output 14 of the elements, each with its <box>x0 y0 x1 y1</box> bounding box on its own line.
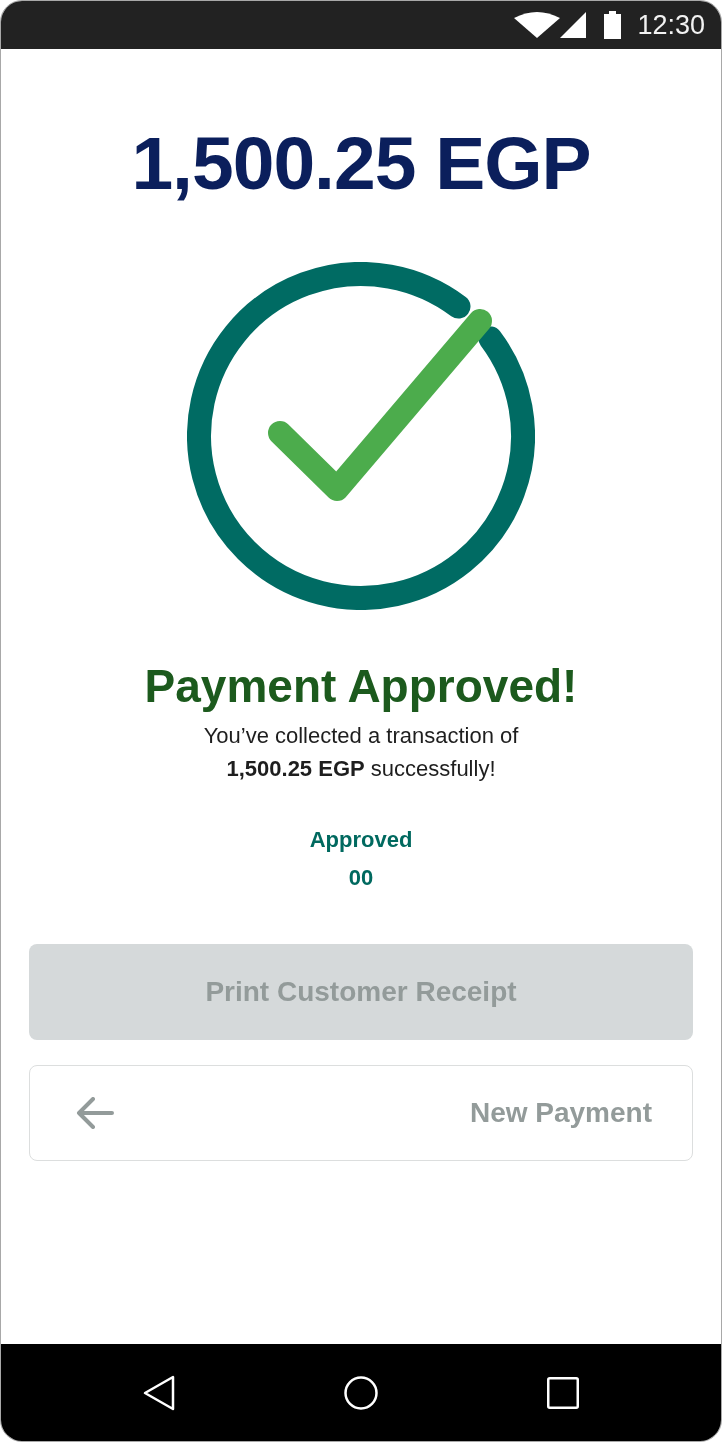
check-circle-icon <box>187 262 535 610</box>
status-title: Payment Approved! <box>144 659 578 714</box>
recents-icon[interactable] <box>547 1376 579 1409</box>
amount-text: 1,500.25 EGP <box>131 120 591 206</box>
status-time: 12:30 <box>637 9 705 41</box>
battery-icon <box>604 11 622 39</box>
confirmation-message: You’ve collected a transaction of 1,500.25 EGP successfully! <box>202 722 520 783</box>
response-label: Approved <box>309 826 413 854</box>
home-icon[interactable] <box>344 1375 378 1410</box>
back-icon[interactable] <box>143 1374 175 1411</box>
signal-icon <box>560 12 587 38</box>
response-code: 00 <box>348 864 374 892</box>
arrow-left-icon <box>76 1097 114 1129</box>
wifi-icon <box>514 12 561 38</box>
